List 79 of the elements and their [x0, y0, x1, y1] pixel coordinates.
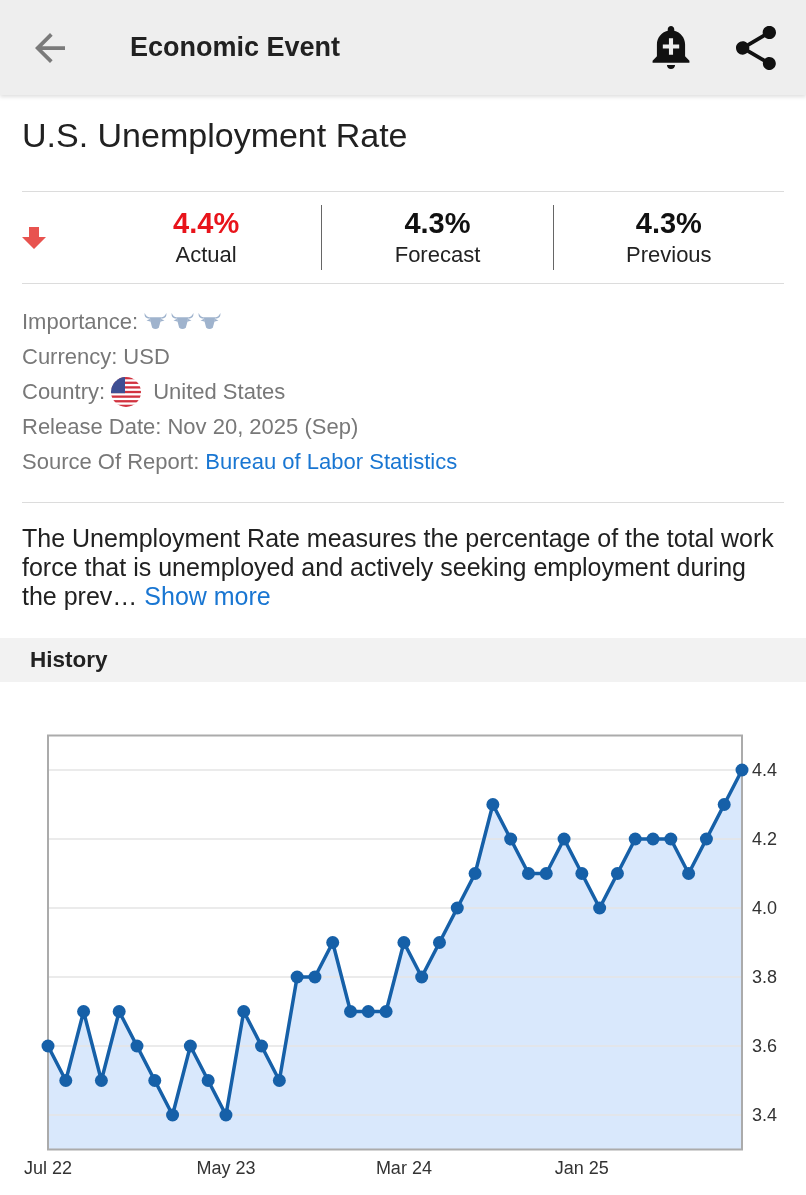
share-icon [736, 25, 776, 70]
figure-label: Forecast [394, 240, 481, 269]
data-point [94, 1074, 108, 1087]
data-point [735, 763, 749, 777]
data-point [290, 970, 304, 984]
detail-value: USD [123, 343, 170, 371]
data-point [344, 1005, 357, 1018]
figure-value: 4.4% [173, 205, 240, 240]
data-point [628, 832, 642, 846]
data-point [219, 1108, 233, 1122]
y-axis-label: 3.4 [752, 1105, 778, 1125]
data-point [148, 1074, 162, 1087]
detail-value: Nov 20, 2025 (Sep) [167, 413, 359, 441]
source-link[interactable]: Bureau of Labor Statistics [205, 445, 458, 478]
data-point [308, 970, 322, 984]
bull-icon [144, 313, 168, 330]
back-icon [35, 32, 65, 63]
data-point [433, 936, 446, 949]
data-point [521, 867, 535, 880]
x-axis-label: Mar 24 [375, 1158, 432, 1178]
data-point [646, 832, 660, 846]
data-point [610, 867, 624, 880]
y-axis-label: 4.4 [752, 760, 778, 780]
y-axis-label: 4.2 [752, 829, 778, 849]
data-point [682, 867, 696, 880]
page-title: Economic Event [130, 31, 341, 64]
figure-label: Previous [626, 240, 712, 269]
detail-label: Source Of Report: [22, 448, 200, 476]
share-button[interactable] [735, 24, 777, 71]
figure-label: Actual [175, 240, 237, 269]
flag-icon [111, 376, 142, 407]
data-point [112, 1005, 126, 1018]
detail-label: Release Date: [22, 413, 162, 441]
y-axis-label: 3.8 [752, 967, 778, 987]
x-axis-label: Jan 25 [554, 1158, 609, 1178]
y-axis-label: 4.0 [752, 898, 778, 918]
data-point [450, 901, 464, 915]
data-point [77, 1005, 91, 1018]
data-point [326, 936, 340, 949]
data-point [664, 832, 678, 846]
add-alert-button[interactable] [650, 24, 692, 71]
data-point [201, 1074, 215, 1087]
data-point [397, 936, 411, 949]
figure-value: 4.3% [635, 205, 702, 240]
data-point [557, 832, 571, 846]
detail-value: United States [153, 378, 286, 406]
data-point [183, 1039, 197, 1053]
history-header: History [0, 638, 806, 682]
detail-label: Currency: [22, 343, 118, 371]
data-point [504, 832, 518, 846]
y-axis-label: 3.6 [752, 1036, 778, 1056]
x-axis-label: Jul 22 [24, 1158, 72, 1178]
data-point [130, 1039, 144, 1053]
data-point [486, 798, 500, 811]
data-point [237, 1005, 251, 1018]
bull-icon [171, 313, 195, 330]
data-point [41, 1039, 55, 1053]
data-point [699, 832, 713, 846]
data-point [575, 867, 589, 880]
bull-icon [198, 313, 222, 330]
data-point [272, 1074, 286, 1087]
data-point [166, 1108, 180, 1122]
detail-label: Importance: [22, 308, 139, 336]
data-point [717, 798, 731, 811]
description-text: The Unemployment Rate measures the percentage of the total work force that is unemployed and actively seeking employment during the prev… Show more [22, 524, 775, 611]
x-axis-label: May 23 [196, 1158, 256, 1178]
data-point [415, 970, 429, 984]
detail-label: Country: [22, 378, 106, 406]
data-point [468, 867, 482, 880]
bell-plus-icon [652, 26, 690, 69]
data-point [539, 867, 553, 880]
data-point [255, 1039, 269, 1053]
data-point [59, 1074, 73, 1087]
data-point [361, 1005, 375, 1018]
show-more-link[interactable]: Show more [144, 582, 271, 610]
data-point [379, 1005, 393, 1018]
data-point [593, 901, 607, 915]
event-title: U.S. Unemployment Rate [22, 115, 409, 155]
figure-value: 4.3% [404, 205, 471, 240]
